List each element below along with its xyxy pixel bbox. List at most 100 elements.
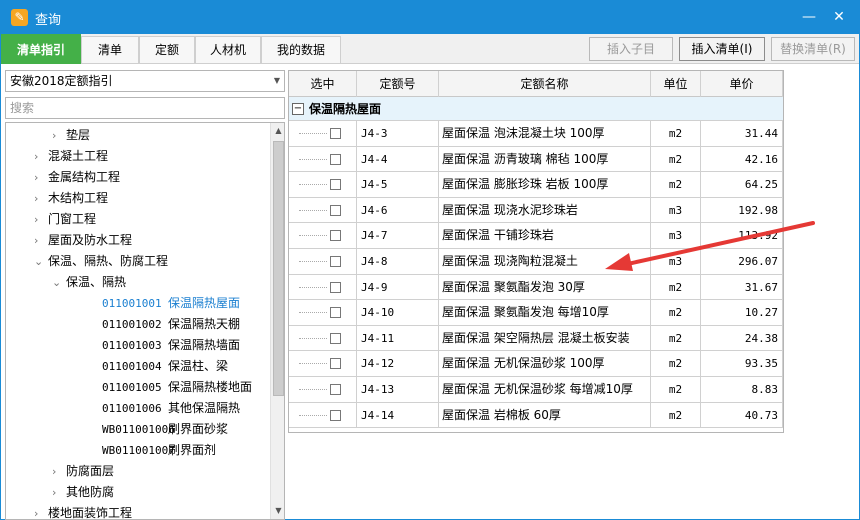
row-checkbox[interactable] bbox=[330, 307, 341, 319]
scroll-up-icon[interactable]: ▲ bbox=[271, 123, 284, 138]
tree-item[interactable]: WB011001006刷界面砂浆 bbox=[88, 419, 228, 440]
scroll-down-icon[interactable]: ▼ bbox=[271, 503, 284, 518]
tree-item[interactable]: ⌄ 保温、隔热、防腐工程 bbox=[34, 251, 168, 272]
header-unit[interactable]: 单位 bbox=[651, 71, 701, 97]
chevron-right-icon[interactable]: › bbox=[34, 209, 48, 230]
chevron-right-icon[interactable]: › bbox=[34, 167, 48, 188]
quota-code: J4-14 bbox=[357, 402, 439, 428]
quota-code: J4-9 bbox=[357, 274, 439, 300]
tab-list-guide[interactable]: 清单指引 bbox=[1, 34, 81, 64]
header-selected[interactable]: 选中 bbox=[289, 71, 357, 97]
collapse-icon[interactable]: − bbox=[292, 103, 304, 115]
tab-labor-material[interactable]: 人材机 bbox=[195, 36, 261, 64]
table-row[interactable]: J4-4 屋面保温 沥青玻璃 棉毡 100厚 m2 42.16 bbox=[289, 146, 783, 173]
tree-item[interactable]: 011001003 保温隔热墙面 bbox=[88, 335, 240, 356]
tree-item-label: 保温隔热屋面 bbox=[168, 296, 241, 310]
quota-guide-select[interactable]: 安徽2018定额指引 ▼ bbox=[5, 70, 285, 92]
chevron-right-icon[interactable]: › bbox=[34, 188, 48, 209]
tree-item[interactable]: › 金属结构工程 bbox=[34, 167, 120, 188]
row-checkbox[interactable] bbox=[330, 384, 341, 395]
insert-list-button[interactable]: 插入清单(I) bbox=[679, 37, 765, 61]
quota-code: J4-5 bbox=[357, 172, 439, 198]
row-checkbox[interactable] bbox=[330, 204, 341, 216]
tree-item[interactable]: › 混凝土工程 bbox=[34, 146, 108, 167]
tree-connector bbox=[299, 184, 327, 186]
header-unit-price[interactable]: 单价 bbox=[701, 71, 783, 97]
replace-list-button[interactable]: 替换清单(R) bbox=[771, 37, 855, 61]
tab-quota[interactable]: 定额 bbox=[139, 36, 195, 64]
tree-item[interactable]: WB011001007刷界面剂 bbox=[88, 440, 216, 461]
tree-item[interactable]: 011001001 保温隔热屋面 bbox=[88, 293, 240, 314]
quota-price: 8.83 bbox=[701, 377, 783, 402]
quota-code: J4-11 bbox=[357, 325, 439, 351]
select-value: 安徽2018定额指引 bbox=[10, 74, 113, 88]
tree-scrollbar[interactable]: ▲ ▼ bbox=[270, 123, 284, 519]
tree-item-label: 保温隔热天棚 bbox=[168, 317, 241, 331]
quota-price: 31.44 bbox=[701, 121, 783, 146]
chevron-right-icon[interactable]: › bbox=[34, 503, 48, 519]
row-checkbox[interactable] bbox=[330, 153, 341, 165]
tree-connector bbox=[299, 158, 327, 160]
chevron-right-icon[interactable]: › bbox=[52, 482, 66, 503]
tree-connector bbox=[299, 286, 327, 288]
tree-item[interactable]: › 屋面及防水工程 bbox=[34, 230, 132, 251]
quota-code: J4-3 bbox=[357, 121, 439, 146]
query-window: ✎ 查询 — ✕ 清单指引 清单 定额 人材机 我的数据 插入子目 插入清单(I… bbox=[0, 0, 860, 520]
group-row[interactable]: − 保温隔热屋面 bbox=[289, 97, 783, 121]
tree-item[interactable]: 011001005 保温隔热楼地面 bbox=[88, 377, 252, 398]
select-cell bbox=[289, 377, 357, 402]
quota-code: J4-7 bbox=[357, 223, 439, 249]
chevron-right-icon[interactable]: › bbox=[34, 230, 48, 251]
table-row[interactable]: J4-11 屋面保温 架空隔热层 混凝土板安装 m2 24.38 bbox=[289, 325, 783, 352]
tree-item[interactable]: 011001004 保温柱、梁 bbox=[88, 356, 228, 377]
row-checkbox[interactable] bbox=[330, 128, 341, 139]
tree-item[interactable]: › 其他防腐 bbox=[52, 482, 114, 503]
tree-item[interactable]: › 垫层 bbox=[52, 125, 90, 146]
chevron-right-icon[interactable]: › bbox=[52, 461, 66, 482]
row-checkbox[interactable] bbox=[330, 179, 341, 191]
minimize-icon[interactable]: — bbox=[799, 7, 819, 27]
header-quota-name[interactable]: 定额名称 bbox=[439, 71, 651, 97]
tree-item[interactable]: ⌄ 保温、隔热 bbox=[52, 272, 126, 293]
table-row[interactable]: J4-9 屋面保温 聚氨酯发泡 30厚 m2 31.67 bbox=[289, 274, 783, 301]
tree-item-label: 混凝土工程 bbox=[48, 149, 109, 163]
row-checkbox[interactable] bbox=[330, 230, 341, 242]
tree-item[interactable]: › 防腐面层 bbox=[52, 461, 114, 482]
quota-code: J4-13 bbox=[357, 377, 439, 402]
tree-item[interactable]: 011001002 保温隔热天棚 bbox=[88, 314, 240, 335]
insert-child-button[interactable]: 插入子目 bbox=[589, 37, 673, 61]
tree-item[interactable]: 011001006 其他保温隔热 bbox=[88, 398, 240, 419]
close-icon[interactable]: ✕ bbox=[829, 7, 849, 27]
row-checkbox[interactable] bbox=[330, 358, 341, 370]
select-cell bbox=[289, 146, 357, 172]
header-quota-code[interactable]: 定额号 bbox=[357, 71, 439, 97]
chevron-down-icon[interactable]: ⌄ bbox=[52, 272, 66, 293]
tree-item[interactable]: › 楼地面装饰工程 bbox=[34, 503, 132, 519]
row-checkbox[interactable] bbox=[330, 256, 341, 267]
table-row[interactable]: J4-14 屋面保温 岩棉板 60厚 m2 40.73 bbox=[289, 402, 783, 429]
table-row[interactable]: J4-13 屋面保温 无机保温砂浆 每增减10厚 m2 8.83 bbox=[289, 377, 783, 403]
tree-item-label: 垫层 bbox=[66, 128, 91, 142]
scroll-thumb[interactable] bbox=[273, 141, 284, 396]
row-checkbox[interactable] bbox=[330, 332, 341, 344]
table-row[interactable]: J4-5 屋面保温 膨胀珍珠 岩板 100厚 m2 64.25 bbox=[289, 172, 783, 198]
search-input[interactable]: 搜索 bbox=[5, 97, 285, 119]
select-cell bbox=[289, 121, 357, 146]
row-checkbox[interactable] bbox=[330, 281, 341, 293]
quota-price: 40.73 bbox=[701, 402, 783, 428]
quota-name: 屋面保温 岩棉板 60厚 bbox=[439, 402, 651, 428]
quota-price: 42.16 bbox=[701, 146, 783, 172]
table-row[interactable]: J4-10 屋面保温 聚氨酯发泡 每增10厚 m2 10.27 bbox=[289, 300, 783, 326]
tab-my-data[interactable]: 我的数据 bbox=[261, 36, 341, 64]
tree-item[interactable]: › 门窗工程 bbox=[34, 209, 96, 230]
tab-list[interactable]: 清单 bbox=[81, 36, 139, 64]
tree-connector bbox=[299, 337, 327, 339]
tree-connector bbox=[299, 312, 327, 314]
tree-item[interactable]: › 木结构工程 bbox=[34, 188, 108, 209]
row-checkbox[interactable] bbox=[330, 409, 341, 421]
chevron-right-icon[interactable]: › bbox=[34, 146, 48, 167]
table-row[interactable]: J4-12 屋面保温 无机保温砂浆 100厚 m2 93.35 bbox=[289, 351, 783, 377]
chevron-down-icon[interactable]: ⌄ bbox=[34, 251, 48, 272]
chevron-right-icon[interactable]: › bbox=[52, 125, 66, 146]
table-row[interactable]: J4-3 屋面保温 泡沫混凝土块 100厚 m2 31.44 bbox=[289, 121, 783, 147]
